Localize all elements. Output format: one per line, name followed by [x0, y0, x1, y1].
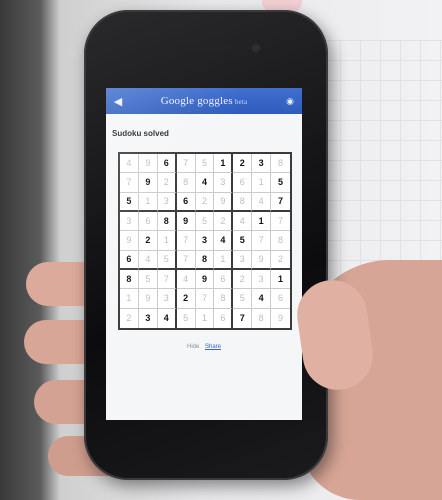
- sudoku-cell[interactable]: 3: [252, 270, 272, 290]
- app-bar: ◀ Google goggles beta ◉: [106, 88, 302, 114]
- sudoku-cell[interactable]: 1: [196, 308, 215, 328]
- sudoku-cell[interactable]: 8: [157, 212, 177, 232]
- sudoku-cell[interactable]: 2: [214, 212, 234, 232]
- sudoku-cell[interactable]: 7: [176, 231, 196, 251]
- sudoku-cell[interactable]: 3: [120, 212, 139, 232]
- sudoku-cell[interactable]: 1: [271, 270, 290, 290]
- sudoku-cell[interactable]: 8: [271, 231, 290, 251]
- camera-icon[interactable]: ◉: [282, 96, 298, 107]
- sudoku-cell[interactable]: 7: [233, 308, 253, 328]
- sudoku-cell[interactable]: 9: [271, 309, 290, 328]
- sudoku-cell[interactable]: 5: [233, 289, 253, 309]
- phone-speaker: [174, 46, 234, 52]
- share-link[interactable]: Share: [205, 344, 221, 350]
- sudoku-cell[interactable]: 3: [214, 173, 234, 193]
- sudoku-cell[interactable]: 5: [138, 270, 158, 290]
- sudoku-cell[interactable]: 1: [252, 212, 272, 232]
- sudoku-cell[interactable]: 3: [157, 289, 177, 309]
- sudoku-cell[interactable]: 2: [157, 173, 177, 193]
- sudoku-cell[interactable]: 7: [252, 231, 272, 251]
- sudoku-cell[interactable]: 7: [176, 250, 196, 270]
- sudoku-cell[interactable]: 6: [214, 308, 234, 328]
- sudoku-cell[interactable]: 7: [271, 212, 290, 232]
- sudoku-cell[interactable]: 4: [252, 289, 272, 309]
- sudoku-cell[interactable]: 8: [214, 289, 234, 309]
- sudoku-cell[interactable]: 8: [233, 192, 253, 212]
- sudoku-cell[interactable]: 4: [214, 231, 234, 251]
- sudoku-cell[interactable]: 5: [177, 308, 196, 328]
- sudoku-cell[interactable]: 2: [271, 251, 290, 270]
- sudoku-cell[interactable]: 8: [271, 154, 290, 174]
- phone-camera: [252, 44, 260, 52]
- sudoku-cell[interactable]: 1: [157, 231, 177, 251]
- sudoku-cell[interactable]: 6: [214, 270, 234, 290]
- sudoku-grid[interactable]: 4967512387928436155136298473689524179217…: [118, 152, 292, 330]
- sudoku-cell[interactable]: 2: [138, 231, 158, 251]
- sudoku-cell[interactable]: 2: [120, 308, 139, 328]
- sudoku-cell[interactable]: 9: [138, 289, 158, 309]
- phone: ◀ Google goggles beta ◉ Sudoku solved 496…: [84, 10, 328, 480]
- result-title: Sudoku solved: [112, 129, 169, 138]
- sudoku-cell[interactable]: 4: [138, 250, 158, 270]
- footer: Hide Share: [106, 344, 302, 350]
- sudoku-cell[interactable]: 1: [214, 250, 234, 270]
- sudoku-cell[interactable]: 8: [252, 308, 272, 328]
- sudoku-cell[interactable]: 3: [157, 192, 177, 212]
- sudoku-cell[interactable]: 9: [138, 154, 158, 174]
- sudoku-cell[interactable]: 9: [252, 250, 272, 270]
- sudoku-cell[interactable]: 4: [120, 154, 139, 174]
- sudoku-cell[interactable]: 5: [195, 212, 215, 232]
- sudoku-cell[interactable]: 1: [252, 173, 272, 193]
- sudoku-cell[interactable]: 4: [195, 173, 215, 193]
- app-subtitle: beta: [234, 98, 248, 106]
- hide-link[interactable]: Hide: [187, 344, 199, 350]
- sudoku-cell[interactable]: 6: [120, 250, 139, 270]
- sudoku-cell[interactable]: 3: [252, 154, 272, 174]
- sudoku-cell[interactable]: 5: [271, 173, 290, 193]
- sudoku-cell[interactable]: 6: [233, 173, 253, 193]
- sudoku-cell[interactable]: 4: [176, 270, 196, 290]
- sudoku-cell[interactable]: 5: [233, 231, 253, 251]
- sudoku-cell[interactable]: 6: [138, 212, 158, 232]
- sudoku-cell[interactable]: 6: [176, 192, 196, 212]
- sudoku-cell[interactable]: 5: [157, 250, 177, 270]
- sudoku-cell[interactable]: 2: [195, 192, 215, 212]
- back-arrow-icon[interactable]: ◀: [110, 95, 126, 108]
- sudoku-cell[interactable]: 1: [138, 192, 158, 212]
- sudoku-cell[interactable]: 9: [176, 212, 196, 232]
- sudoku-cell[interactable]: 8: [176, 173, 196, 193]
- sudoku-cell[interactable]: 6: [157, 154, 177, 174]
- sudoku-cell[interactable]: 7: [157, 270, 177, 290]
- sudoku-cell[interactable]: 4: [252, 192, 272, 212]
- sudoku-cell[interactable]: 7: [195, 289, 215, 309]
- sudoku-cell[interactable]: 1: [120, 289, 139, 309]
- sudoku-cell[interactable]: 2: [233, 270, 253, 290]
- sudoku-cell[interactable]: 4: [233, 212, 253, 232]
- sudoku-cell[interactable]: 3: [233, 250, 253, 270]
- sudoku-cell[interactable]: 9: [214, 192, 234, 212]
- sudoku-cell[interactable]: 9: [120, 231, 139, 251]
- sudoku-cell[interactable]: 5: [120, 192, 139, 212]
- sudoku-cell[interactable]: 3: [195, 231, 215, 251]
- sudoku-cell[interactable]: 3: [139, 308, 158, 328]
- sudoku-cell[interactable]: 8: [195, 250, 215, 270]
- sudoku-cell[interactable]: 8: [120, 270, 139, 290]
- app-title: Google goggles beta: [160, 95, 248, 107]
- result-label: [112, 122, 302, 128]
- sudoku-cell[interactable]: 7: [176, 154, 196, 174]
- sudoku-cell[interactable]: 1: [214, 154, 234, 174]
- sudoku-cell[interactable]: 7: [120, 173, 139, 193]
- sudoku-cell[interactable]: 9: [195, 270, 215, 290]
- sudoku-cell[interactable]: 9: [138, 173, 158, 193]
- sudoku-cell[interactable]: 2: [233, 154, 253, 174]
- sudoku-cell[interactable]: 2: [176, 289, 196, 309]
- sudoku-cell[interactable]: 6: [271, 289, 290, 309]
- sudoku-cell[interactable]: 4: [158, 308, 177, 328]
- sudoku-cell[interactable]: 7: [271, 193, 290, 212]
- sudoku-cell[interactable]: 5: [195, 154, 215, 174]
- phone-screen: ◀ Google goggles beta ◉ Sudoku solved 496…: [106, 88, 302, 420]
